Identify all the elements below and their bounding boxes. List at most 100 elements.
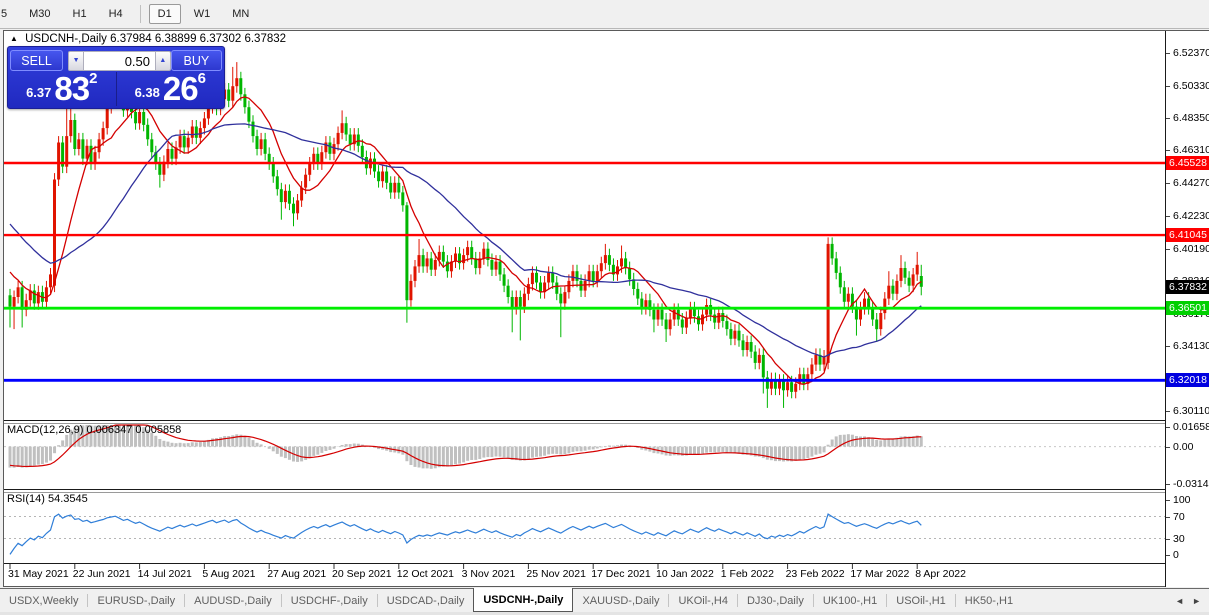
axis-tick [1166,517,1170,518]
symbol-tab-usoil-h1[interactable]: USOil-,H1 [887,589,955,612]
timeframe-button-mn[interactable]: MN [223,4,258,24]
price-badge-6.45528: 6.45528 [1166,156,1209,170]
tab-scroll-right-icon[interactable]: ► [1192,596,1201,606]
rsi-panel[interactable] [4,492,1165,564]
axis-tick [1166,53,1170,54]
ohlc-close: 6.37832 [244,33,286,45]
sell-button[interactable]: SELL [10,50,63,71]
bid-price-prefix: 6.37 [26,82,51,104]
price-badge-6.36501: 6.36501 [1166,301,1209,315]
date-tick-label: 14 Jul 2021 [138,568,192,580]
bid-price[interactable]: 6.37 83 2 [8,72,117,106]
date-tick-label: 27 Aug 2021 [267,568,326,580]
timeframe-button-w1[interactable]: W1 [185,4,220,24]
timeframe-toolbar: 5M30H1H4 D1W1MN [0,0,1209,29]
chart-title: ▲ USDCNH-,Daily 6.37984 6.38899 6.37302 … [10,33,286,45]
bid-price-main: 83 [54,74,89,104]
price-axis-label: 6.42230 [1173,210,1209,222]
toolbar-separator [140,5,141,23]
ohlc-high: 6.38899 [155,33,197,45]
symbol-tab-bar: USDX,WeeklyEURUSD-,DailyAUDUSD-,DailyUSD… [0,588,1209,612]
symbol-tab-ukoil-h4[interactable]: UKOil-,H4 [669,589,737,612]
axis-tick [1166,150,1170,151]
macd-axis-label: 0.016586 [1173,421,1209,433]
rsi-axis-label: 100 [1173,494,1191,506]
price-axis-label: 6.48350 [1173,112,1209,124]
ask-price-prefix: 6.38 [135,82,160,104]
timeframe-button-m30[interactable]: M30 [20,4,59,24]
ask-price-pip: 6 [198,73,206,85]
tab-scroll-left-icon[interactable]: ◄ [1175,596,1184,606]
symbol-tab-usdcnh-daily[interactable]: USDCNH-,Daily [473,588,573,612]
symbol-tab-uk100-h1[interactable]: UK100-,H1 [814,589,886,612]
symbol-tab-hk50-h1[interactable]: HK50-,H1 [956,589,1022,612]
date-tick-label: 23 Feb 2022 [786,568,845,580]
date-tick-label: 17 Dec 2021 [591,568,651,580]
date-tick-label: 1 Feb 2022 [721,568,774,580]
price-axis-label: 6.44270 [1173,177,1209,189]
date-tick-label: 8 Apr 2022 [915,568,966,580]
rsi-axis-label: 30 [1173,533,1185,545]
collapse-chart-icon[interactable]: ▲ [10,34,18,43]
timeframe-button-d1[interactable]: D1 [149,4,181,24]
date-tick-label: 17 Mar 2022 [850,568,909,580]
ask-price[interactable]: 6.38 26 6 [117,72,225,106]
axis-tick [1166,555,1170,556]
date-tick-label: 12 Oct 2021 [397,568,454,580]
date-tick-label: 22 Jun 2021 [73,568,131,580]
date-tick-label: 31 May 2021 [8,568,69,580]
timeframe-button-h4[interactable]: H4 [100,4,132,24]
axis-tick [1166,86,1170,87]
price-badge-6.37832: 6.37832 [1166,280,1209,294]
date-tick-label: 5 Aug 2021 [202,568,255,580]
date-tick-label: 3 Nov 2021 [462,568,516,580]
macd-axis-label: -0.031421 [1173,478,1209,490]
price-badge-6.32018: 6.32018 [1166,373,1209,387]
symbol-tab-xauusd-daily[interactable]: XAUUSD-,Daily [573,589,668,612]
timeframe-button-h1[interactable]: H1 [64,4,96,24]
axis-tick [1166,447,1170,448]
macd-axis-label: 0.00 [1173,441,1193,453]
axis-tick [1166,249,1170,250]
symbol-tab-eurusd-daily[interactable]: EURUSD-,Daily [88,589,184,612]
volume-input[interactable]: 0.50 [84,51,155,71]
chart-window: 31 May 2021 22 Jun 2021 14 Jul 2021 5 Aug 2… [3,30,1209,587]
date-axis: 31 May 2021 22 Jun 2021 14 Jul 2021 5 Aug 2… [4,564,1165,586]
buy-button[interactable]: BUY [171,50,222,71]
price-axis-label: 6.50330 [1173,80,1209,92]
axis-tick [1166,539,1170,540]
volume-decrease-button[interactable]: ▼ [68,51,84,71]
ohlc-open: 6.37984 [110,33,152,45]
price-axis-label: 6.30110 [1173,405,1209,417]
axis-tick [1166,346,1170,347]
axis-tick [1166,484,1170,485]
date-tick-label: 25 Nov 2021 [526,568,586,580]
chart-symbol-label: USDCNH-,Daily [25,33,107,45]
symbol-tab-audusd-daily[interactable]: AUDUSD-,Daily [185,589,281,612]
rsi-axis-label: 0 [1173,549,1179,561]
price-axis-label: 6.52370 [1173,47,1209,59]
price-axis[interactable]: 6.52370 6.50330 6.48350 6.46310 6.44270 6.422… [1165,31,1209,587]
date-tick-label: 10 Jan 2022 [656,568,714,580]
timeframe-button-5[interactable]: 5 [0,4,16,24]
rsi-axis-label: 70 [1173,511,1185,523]
symbol-tab-usdchf-daily[interactable]: USDCHF-,Daily [282,589,377,612]
axis-tick [1166,118,1170,119]
axis-tick [1166,500,1170,501]
date-tick-label: 20 Sep 2021 [332,568,392,580]
axis-tick [1166,411,1170,412]
axis-tick [1166,427,1170,428]
volume-increase-button[interactable]: ▲ [155,51,171,71]
rsi-label: RSI(14) 54.3545 [7,493,88,505]
ohlc-low: 6.37302 [200,33,242,45]
symbol-tab-usdcad-daily[interactable]: USDCAD-,Daily [378,589,474,612]
price-axis-label: 6.46310 [1173,144,1209,156]
price-badge-6.41045: 6.41045 [1166,228,1209,242]
axis-tick [1166,216,1170,217]
price-axis-label: 6.40190 [1173,243,1209,255]
symbol-tab-dj30-daily[interactable]: DJ30-,Daily [738,589,813,612]
one-click-trade-panel: SELL ▼ 0.50 ▲ BUY 6.37 83 2 6.38 26 6 [7,46,225,109]
price-axis-label: 6.34130 [1173,340,1209,352]
macd-label: MACD(12,26,9) 0.006347 0.005858 [7,424,181,436]
symbol-tab-usdx-weekly[interactable]: USDX,Weekly [0,589,87,612]
